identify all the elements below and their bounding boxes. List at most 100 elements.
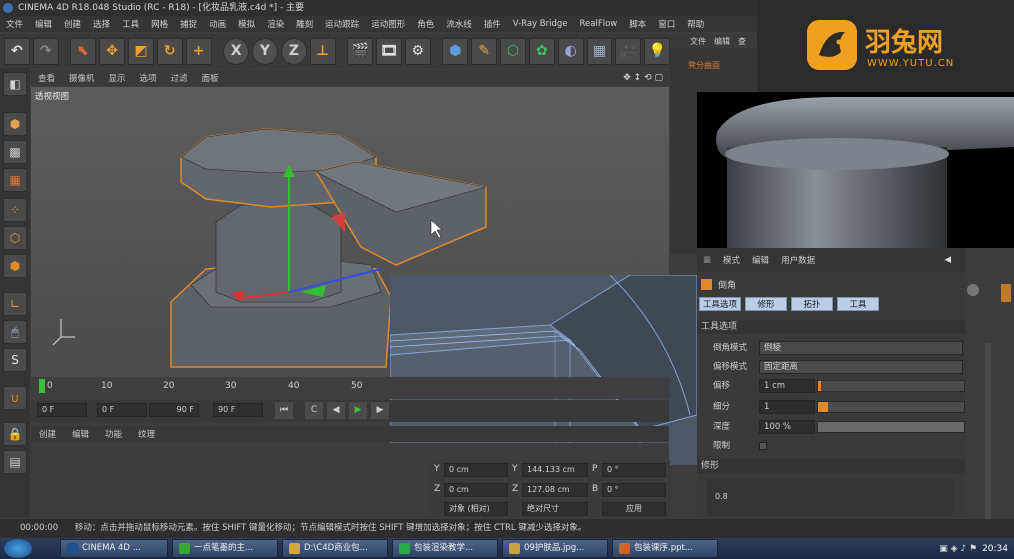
attribute-menu-mode[interactable]: 模式 bbox=[717, 254, 746, 266]
timeline-ruler[interactable]: 0 10 20 30 40 50 bbox=[31, 377, 669, 399]
add-icon[interactable]: + bbox=[185, 37, 212, 65]
object-menu-view[interactable]: 查 bbox=[738, 36, 746, 47]
menu-vray-bridge[interactable]: V-Ray Bridge bbox=[507, 19, 574, 29]
menu-pipeline[interactable]: 流水线 bbox=[440, 18, 478, 30]
render-settings-icon[interactable]: ⚙ bbox=[404, 37, 431, 65]
z-axis-lock-button[interactable]: Z bbox=[280, 37, 307, 65]
tab-shaping[interactable]: 修形 bbox=[745, 297, 787, 311]
redo-icon[interactable]: ↷ bbox=[32, 37, 59, 65]
coordinate-mode-dropdown[interactable]: 对象 (相对) bbox=[444, 502, 508, 516]
live-select-icon[interactable]: ⬉ bbox=[70, 37, 97, 65]
tray-icons[interactable]: ▣ ◈ ♪ ⚑ bbox=[939, 544, 977, 554]
lock-workplane-icon[interactable]: 🔒 bbox=[3, 422, 27, 446]
viewport-menu-options[interactable]: 选项 bbox=[133, 72, 164, 84]
menu-motion-tracking[interactable]: 运动跟踪 bbox=[319, 18, 365, 30]
back-arrow-icon[interactable]: ◀ bbox=[938, 255, 965, 265]
menu-create[interactable]: 创建 bbox=[58, 18, 87, 30]
limit-checkbox[interactable] bbox=[759, 442, 767, 450]
object-item[interactable]: 凳分曲面 bbox=[688, 60, 748, 72]
size-mode-dropdown[interactable]: 绝对尺寸 bbox=[522, 502, 588, 516]
viewport-menu-display[interactable]: 显示 bbox=[102, 72, 133, 84]
menu-render[interactable]: 渲染 bbox=[261, 18, 290, 30]
current-frame-field[interactable]: 0 F bbox=[97, 403, 147, 417]
range-end-field[interactable]: 90 F bbox=[149, 403, 199, 417]
scale-icon[interactable]: ◩ bbox=[128, 37, 154, 65]
menu-help[interactable]: 帮助 bbox=[681, 18, 710, 30]
rotate-icon[interactable]: ↻ bbox=[156, 37, 183, 65]
attributes-tab-icon[interactable] bbox=[1001, 284, 1011, 302]
end-frame-field[interactable]: 90 F bbox=[213, 403, 263, 417]
goto-start-icon[interactable]: ⏮ bbox=[275, 402, 293, 419]
cloner-icon[interactable]: ✿ bbox=[528, 37, 555, 65]
offset-slider[interactable] bbox=[817, 380, 965, 392]
points-mode-icon[interactable]: ⁘ bbox=[3, 198, 27, 222]
menu-sculpt[interactable]: 雕刻 bbox=[290, 18, 319, 30]
menu-script[interactable]: 脚本 bbox=[623, 18, 652, 30]
menu-select[interactable]: 选择 bbox=[87, 18, 116, 30]
taskbar-item-cinema4d[interactable]: CINEMA 4D ... bbox=[60, 539, 168, 558]
workplane-mode-icon[interactable]: ▦ bbox=[3, 168, 27, 192]
tweak-mode-icon[interactable]: 🖱 bbox=[3, 320, 27, 344]
snap-icon[interactable]: S bbox=[3, 348, 27, 372]
prev-frame-icon[interactable]: ◀ bbox=[327, 402, 345, 419]
menu-snap[interactable]: 捕捉 bbox=[174, 18, 203, 30]
bevel-mode-dropdown[interactable]: 倒棱 bbox=[759, 341, 963, 355]
material-menu-edit[interactable]: 编辑 bbox=[64, 428, 97, 440]
make-editable-icon[interactable]: ◧ bbox=[3, 72, 27, 96]
undo-icon[interactable]: ↶ bbox=[4, 37, 30, 65]
viewport-menu-filter[interactable]: 过滤 bbox=[164, 72, 195, 84]
edges-mode-icon[interactable]: ⬡ bbox=[3, 226, 27, 250]
taskbar-item-folder[interactable]: D:\C4D商业包... bbox=[282, 539, 388, 558]
menu-mesh[interactable]: 网格 bbox=[145, 18, 174, 30]
grid-icon[interactable]: ▤ bbox=[3, 450, 27, 474]
render-picture-viewer-icon[interactable]: 🎞 bbox=[376, 37, 402, 65]
y-position-field[interactable]: 144.133 cm bbox=[522, 463, 588, 477]
p-rotation-field[interactable]: 0 ° bbox=[602, 463, 666, 477]
floor-icon[interactable]: ▦ bbox=[586, 37, 613, 65]
play-icon[interactable]: ▶ bbox=[349, 402, 367, 419]
material-menu-texture[interactable]: 纹理 bbox=[130, 428, 163, 440]
y-size-field[interactable]: 0 cm bbox=[444, 463, 508, 477]
taskbar-clock[interactable]: 20:34 bbox=[982, 544, 1008, 554]
material-menu-create[interactable]: 创建 bbox=[31, 428, 64, 440]
menu-tools[interactable]: 工具 bbox=[116, 18, 145, 30]
z-size-field[interactable]: 0 cm bbox=[444, 483, 508, 497]
attribute-menu-edit[interactable]: 编辑 bbox=[746, 254, 775, 266]
menu-mograph[interactable]: 运动图形 bbox=[365, 18, 411, 30]
attribute-menu-userdata[interactable]: 用户数据 bbox=[775, 254, 821, 266]
model-mode-icon[interactable]: ⬢ bbox=[3, 112, 27, 136]
magnet-icon[interactable]: ∪ bbox=[3, 386, 27, 410]
offset-field[interactable]: 1 cm bbox=[759, 379, 815, 393]
menu-realflow[interactable]: RealFlow bbox=[574, 19, 624, 29]
menu-simulate[interactable]: 模拟 bbox=[232, 18, 261, 30]
viewport-menu-cameras[interactable]: 摄像机 bbox=[62, 72, 102, 84]
polygons-mode-icon[interactable]: ⬢ bbox=[3, 254, 27, 278]
tab-tool-options[interactable]: 工具选项 bbox=[699, 297, 741, 311]
object-menu-edit[interactable]: 编辑 bbox=[714, 36, 730, 47]
axis-mode-icon[interactable]: ∟ bbox=[3, 292, 27, 316]
pen-spline-icon[interactable]: ✎ bbox=[471, 37, 498, 65]
deformer-icon[interactable]: ◐ bbox=[557, 37, 584, 65]
taskbar-item-doc[interactable]: 包装渲染教学... bbox=[392, 539, 498, 558]
subdivision-slider[interactable] bbox=[817, 401, 965, 413]
render-view-icon[interactable]: 🎬 bbox=[347, 37, 374, 65]
shape-curve-graph[interactable]: 0.8 bbox=[707, 478, 953, 516]
viewport-nav-icons[interactable]: ✥ ↕ ⟲ ▢ bbox=[623, 73, 669, 83]
coordinate-system-icon[interactable]: ⊥ bbox=[309, 37, 336, 65]
z-position-field[interactable]: 127.08 cm bbox=[522, 483, 588, 497]
playhead-marker[interactable] bbox=[39, 379, 45, 393]
offset-mode-dropdown[interactable]: 固定距离 bbox=[759, 360, 963, 374]
attribute-scrollbar[interactable] bbox=[985, 343, 991, 533]
viewport-menu-view[interactable]: 查看 bbox=[31, 72, 62, 84]
taskbar-item-ppt[interactable]: 包装课序.ppt... bbox=[612, 539, 718, 558]
taskbar-item-image[interactable]: 09护肤品.jpg... bbox=[502, 539, 608, 558]
next-frame-icon[interactable]: ▶ bbox=[371, 402, 389, 419]
depth-slider[interactable] bbox=[817, 421, 965, 433]
start-frame-field[interactable]: 0 F bbox=[37, 403, 87, 417]
move-icon[interactable]: ✥ bbox=[99, 37, 126, 65]
cube-primitive-icon[interactable]: ⬢ bbox=[442, 37, 469, 65]
camera-icon[interactable]: 🎥 bbox=[615, 37, 642, 65]
material-menu-function[interactable]: 功能 bbox=[97, 428, 130, 440]
menu-window[interactable]: 窗口 bbox=[652, 18, 681, 30]
menu-character[interactable]: 角色 bbox=[411, 18, 440, 30]
